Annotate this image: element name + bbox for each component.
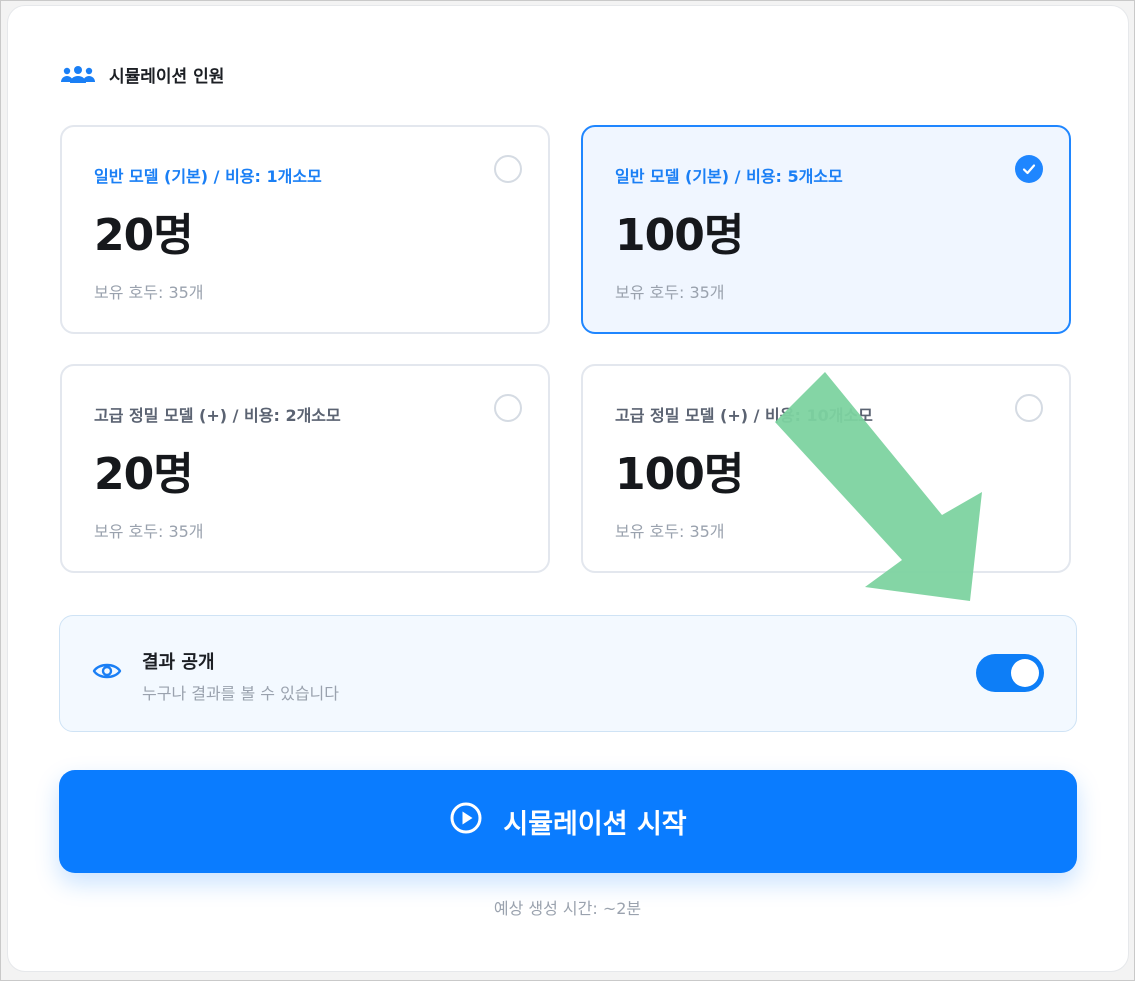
- option-count: 20명: [94, 210, 194, 261]
- option-cost: 고급 정밀 모델 (+) / 비용: 2개소모: [94, 406, 341, 425]
- option-radio[interactable]: [494, 155, 522, 183]
- public-setting-description: 누구나 결과를 볼 수 있습니다: [142, 684, 339, 703]
- start-simulation-button[interactable]: 시뮬레이션 시작: [59, 770, 1077, 873]
- option-cost: 일반 모델 (기본) / 비용: 1개소모: [94, 167, 322, 186]
- option-balance: 보유 호두: 35개: [615, 522, 725, 541]
- option-count: 100명: [615, 210, 744, 261]
- users-icon: [59, 65, 97, 85]
- eye-icon: [92, 660, 122, 686]
- option-balance: 보유 호두: 35개: [94, 522, 204, 541]
- option-cost: 고급 정밀 모델 (+) / 비용: 10개소모: [615, 406, 873, 425]
- option-count: 20명: [94, 449, 194, 500]
- option-cost: 일반 모델 (기본) / 비용: 5개소모: [615, 167, 843, 186]
- option-balance: 보유 호두: 35개: [94, 283, 204, 302]
- toggle-knob: [1011, 659, 1039, 687]
- start-button-label: 시뮬레이션 시작: [503, 809, 687, 840]
- option-card-advanced-100[interactable]: 고급 정밀 모델 (+) / 비용: 10개소모 100명 보유 호두: 35개: [581, 364, 1071, 573]
- option-radio[interactable]: [494, 394, 522, 422]
- estimated-time: 예상 생성 시간: ~2분: [493, 899, 642, 918]
- option-radio-checked[interactable]: [1015, 155, 1043, 183]
- option-card-advanced-20[interactable]: 고급 정밀 모델 (+) / 비용: 2개소모 20명 보유 호두: 35개: [60, 364, 550, 573]
- option-radio[interactable]: [1015, 394, 1043, 422]
- play-circle-icon: [449, 801, 483, 842]
- option-card-basic-20[interactable]: 일반 모델 (기본) / 비용: 1개소모 20명 보유 호두: 35개: [60, 125, 550, 334]
- check-icon: [1022, 164, 1036, 175]
- section-title: 시뮬레이션 인원: [109, 67, 225, 87]
- section-header: 시뮬레이션 인원: [59, 62, 224, 87]
- option-balance: 보유 호두: 35개: [615, 283, 725, 302]
- public-setting-title: 결과 공개: [142, 652, 215, 673]
- option-count: 100명: [615, 449, 744, 500]
- public-result-setting: 결과 공개 누구나 결과를 볼 수 있습니다: [59, 615, 1077, 732]
- option-card-basic-100[interactable]: 일반 모델 (기본) / 비용: 5개소모 100명 보유 호두: 35개: [581, 125, 1071, 334]
- public-toggle[interactable]: [976, 654, 1044, 692]
